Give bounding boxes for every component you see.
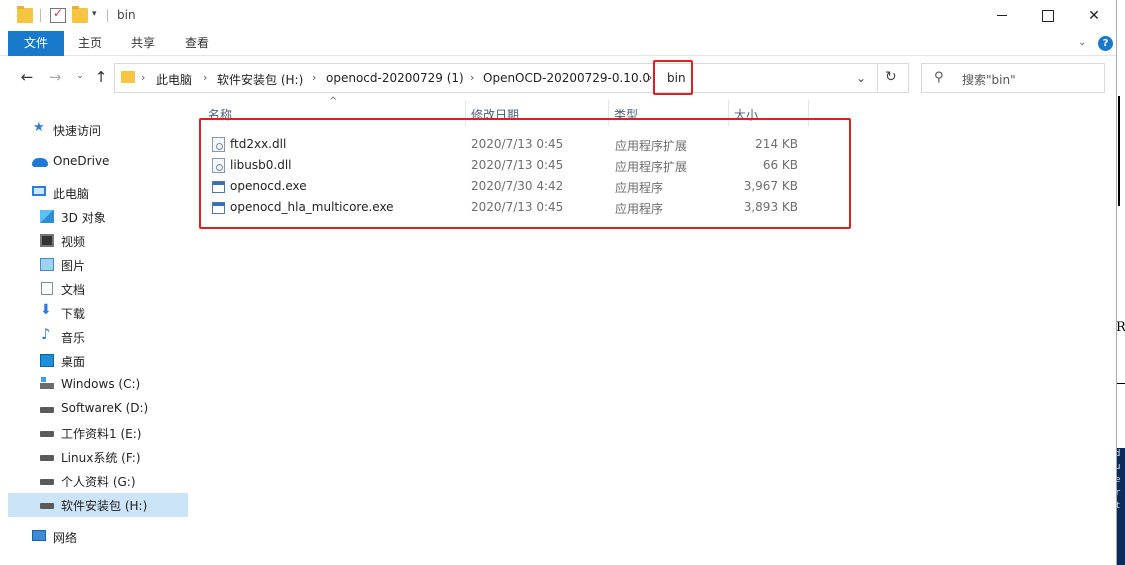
video-icon	[40, 234, 54, 247]
sidebar-item-label: 视频	[61, 235, 86, 249]
properties-icon[interactable]	[50, 6, 66, 23]
computer-icon	[32, 186, 46, 196]
network-icon	[32, 530, 46, 541]
close-button[interactable]: ✕	[1071, 0, 1116, 31]
sidebar-item-drive-f[interactable]: Linux系统 (F:)	[8, 445, 188, 469]
title-bar: ▾ bin ✕	[0, 0, 1116, 31]
sidebar-item-label: 桌面	[61, 355, 86, 369]
music-icon: ♪	[41, 325, 51, 343]
sidebar-item-drive-d[interactable]: SoftwareK (D:)	[8, 397, 188, 421]
sidebar-item-label: 此电脑	[53, 187, 90, 201]
new-folder-icon[interactable]	[72, 6, 88, 23]
window-title: bin	[117, 8, 136, 22]
up-button[interactable]: ↑	[91, 68, 111, 86]
sidebar-item-label: 3D 对象	[61, 211, 106, 225]
navigation-pane: ★ 快速访问 OneDrive 此电脑 3D 对象 视频 图片 文档 ⬇ 下载 …	[0, 100, 190, 565]
sidebar-item-quick-access[interactable]: ★ 快速访问	[8, 118, 188, 142]
sidebar-item-label: 音乐	[61, 331, 86, 345]
search-placeholder: 搜索"bin"	[962, 73, 1016, 87]
toolbar-divider	[107, 9, 108, 22]
sidebar-item-documents[interactable]: 文档	[8, 277, 188, 301]
folder-icon	[17, 6, 33, 23]
address-bar[interactable]: › 此电脑 › 软件安装包 (H:) › openocd-20200729 (1…	[114, 63, 909, 93]
drive-icon	[40, 431, 54, 437]
breadcrumb-separator[interactable]: ›	[141, 71, 145, 84]
toolbar-divider	[40, 9, 41, 22]
sidebar-item-this-pc[interactable]: 此电脑	[8, 181, 188, 205]
tab-file[interactable]: 文件	[8, 31, 64, 56]
address-divider	[877, 64, 878, 92]
background-text-fragment: R	[1116, 320, 1125, 335]
tab-share[interactable]: 共享	[118, 31, 168, 56]
breadcrumb-openocd-folder[interactable]: OpenOCD-20200729-0.10.0	[483, 71, 650, 85]
address-history-dropdown[interactable]: ⌄	[856, 71, 866, 85]
sidebar-item-3d-objects[interactable]: 3D 对象	[8, 205, 188, 229]
folder-icon	[121, 71, 135, 83]
customize-quick-access-button[interactable]: ▾	[92, 9, 97, 19]
sidebar-item-label: 个人资料 (G:)	[61, 475, 136, 489]
search-icon: ⚲	[934, 70, 944, 85]
search-input[interactable]: ⚲ 搜索"bin"	[921, 63, 1105, 93]
cloud-icon	[32, 158, 48, 167]
sidebar-item-label: Windows (C:)	[61, 377, 141, 391]
background-rule	[1117, 383, 1125, 384]
download-icon: ⬇	[40, 302, 52, 318]
tab-home[interactable]: 主页	[66, 31, 114, 56]
sidebar-item-drive-e[interactable]: 工作资料1 (E:)	[8, 421, 188, 445]
sidebar-item-label: 快速访问	[53, 124, 102, 138]
drive-icon	[40, 407, 54, 413]
sidebar-item-drive-c[interactable]: Windows (C:)	[8, 373, 188, 397]
cube-icon	[40, 210, 54, 223]
expand-ribbon-button[interactable]: ⌄	[1078, 37, 1086, 48]
windows-drive-icon	[40, 377, 54, 389]
sidebar-item-drive-g[interactable]: 个人资料 (G:)	[8, 469, 188, 493]
refresh-icon[interactable]: ↻	[885, 69, 897, 85]
maximize-button[interactable]	[1025, 0, 1071, 31]
sidebar-item-music[interactable]: ♪ 音乐	[8, 325, 188, 349]
sidebar-item-label: Linux系统 (F:)	[61, 451, 141, 465]
sidebar-item-downloads[interactable]: ⬇ 下载	[8, 301, 188, 325]
sidebar-item-drive-h[interactable]: 软件安装包 (H:)	[8, 493, 188, 517]
file-explorer-window: ▾ bin ✕ 文件 主页 共享 查看 ⌄ ? ← → ⌄ ↑ › 此电脑 › …	[0, 0, 1117, 565]
drive-icon	[40, 479, 54, 485]
help-button[interactable]: ?	[1098, 36, 1113, 51]
breadcrumb-openocd-archive[interactable]: openocd-20200729 (1)	[326, 71, 464, 85]
star-icon: ★	[33, 120, 45, 135]
recent-locations-button[interactable]: ⌄	[70, 71, 90, 81]
ribbon-tabs: 文件 主页 共享 查看 ⌄ ?	[0, 31, 1116, 56]
sidebar-item-desktop[interactable]: 桌面	[8, 349, 188, 373]
sidebar-item-label: OneDrive	[53, 154, 110, 168]
background-rule	[1118, 96, 1120, 206]
sidebar-item-label: 工作资料1 (E:)	[61, 427, 142, 441]
picture-icon	[40, 258, 54, 271]
back-button[interactable]: ←	[17, 68, 37, 86]
annotation-highlight-box	[653, 60, 693, 95]
sort-ascending-icon: ^	[329, 96, 338, 107]
tab-view[interactable]: 查看	[172, 31, 222, 56]
sidebar-item-onedrive[interactable]: OneDrive	[8, 150, 188, 174]
minimize-button[interactable]	[979, 0, 1025, 31]
sidebar-item-label: 图片	[61, 259, 86, 273]
breadcrumb-drive-h[interactable]: 软件安装包 (H:)	[217, 71, 303, 88]
drive-icon	[40, 503, 54, 509]
sidebar-item-videos[interactable]: 视频	[8, 229, 188, 253]
desktop-icon	[40, 354, 54, 367]
sidebar-item-label: 文档	[61, 283, 86, 297]
navigation-bar: ← → ⌄ ↑ › 此电脑 › 软件安装包 (H:) › openocd-202…	[0, 56, 1116, 100]
sidebar-item-label: 网络	[53, 531, 78, 545]
breadcrumb-separator[interactable]: ›	[648, 71, 652, 84]
breadcrumb-separator[interactable]: ›	[203, 71, 207, 84]
drive-icon	[40, 455, 54, 461]
sidebar-item-label: 软件安装包 (H:)	[61, 499, 148, 513]
annotation-highlight-box	[199, 118, 851, 229]
forward-button[interactable]: →	[45, 68, 65, 86]
breadcrumb-separator[interactable]: ›	[470, 71, 474, 84]
sidebar-item-label: 下载	[61, 307, 86, 321]
sidebar-item-label: SoftwareK (D:)	[61, 401, 149, 415]
breadcrumb-separator[interactable]: ›	[312, 71, 316, 84]
breadcrumb-this-pc[interactable]: 此电脑	[156, 71, 192, 88]
sidebar-item-network[interactable]: 网络	[8, 525, 188, 549]
document-icon	[41, 282, 53, 295]
sidebar-item-pictures[interactable]: 图片	[8, 253, 188, 277]
